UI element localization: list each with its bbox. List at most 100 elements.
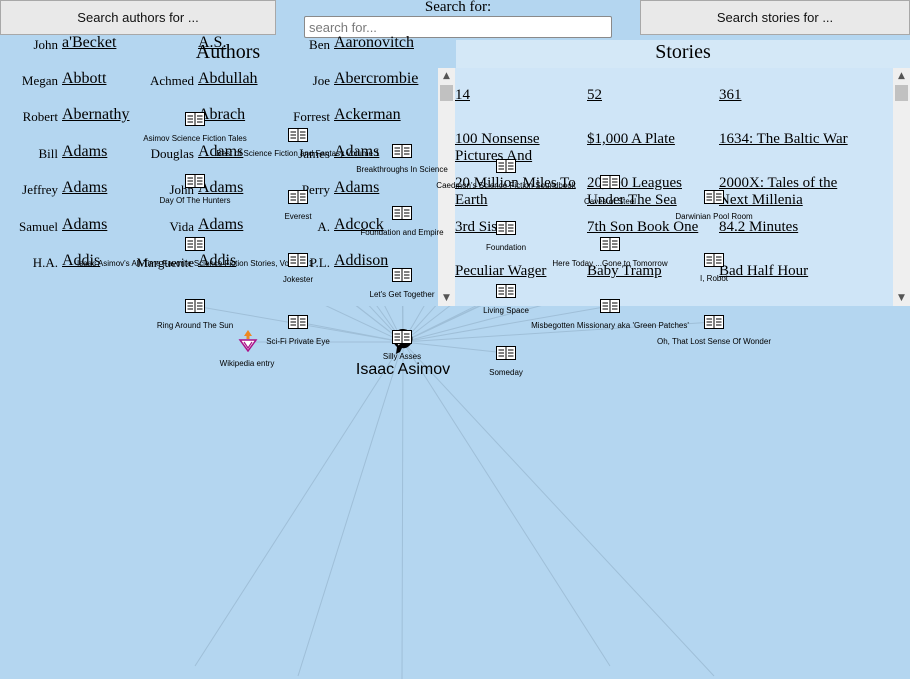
author-graph[interactable]: Wikipedia entry Asimov Science Fiction T… [0,112,910,679]
wikipedia-label: Wikipedia entry [219,359,275,368]
book-icon[interactable] [185,299,205,313]
book-title-label[interactable]: Here Today ...Gone to Tomorrow [552,259,667,268]
book-title-label[interactable]: Misbegotten Missionary aka 'Green Patche… [531,321,689,330]
book-title-label[interactable]: Best of Science Fiction and Fantasy Volu… [216,149,379,158]
book-icon[interactable] [185,237,205,251]
book-title-label[interactable]: Isaac Asimov's All-Time Favorite Science… [77,259,313,268]
author-last-name-link[interactable]: Aaronovitch [334,34,414,52]
scroll-down-icon[interactable]: ▼ [893,290,910,306]
author-first-name: Ben [309,37,330,52]
book-icon[interactable] [288,253,308,267]
author-last-name-link[interactable]: Adams [62,179,107,197]
search-label: Search for: [424,0,492,15]
book-icon[interactable] [496,159,516,173]
book-title-label[interactable]: Foundation [486,243,526,252]
book-icon[interactable] [600,299,620,313]
book-icon[interactable] [600,237,620,251]
book-title-label[interactable]: Jokester [283,275,313,284]
author-last-name-link[interactable]: Abercrombie [334,70,418,88]
author-last-name-link[interactable]: Adams [198,216,243,234]
author-last-name-link[interactable]: Adams [62,143,107,161]
book-title-label[interactable]: Foundation and Empire [360,228,443,237]
author-first-name: John [33,37,58,52]
book-title-label[interactable]: Darwinian Pool Room [675,212,752,221]
book-icon[interactable] [185,112,205,126]
book-title-label[interactable]: Caedmon's Science Fiction Soundbook [436,181,575,190]
book-title-label[interactable]: I, Robot [700,274,728,283]
scroll-up-icon[interactable]: ▲ [893,68,910,84]
book-title-label[interactable]: Breakthroughs In Science [356,165,448,174]
book-icon[interactable] [392,330,412,344]
book-icon[interactable] [392,206,412,220]
graph-edge [402,341,611,667]
author-first-name: Megan [21,73,58,88]
book-icon[interactable] [496,346,516,360]
author-last-name-link[interactable]: Adams [62,216,107,234]
scroll-up-icon[interactable]: ▲ [438,68,455,84]
scrollbar-thumb[interactable] [440,85,453,101]
author-last-name-link[interactable]: Addison [334,252,388,270]
book-title-label[interactable]: Asimov Science Fiction Tales [143,134,246,143]
book-title-label[interactable]: Oh, That Lost Sense Of Wonder [657,337,771,346]
story-link[interactable]: 361 [719,87,851,123]
author-first-name: Douglas [150,146,194,161]
stories-panel: Stories ▲ ▼ ▲ ▼ 14 52 361 100 Nonsense Pict… [438,40,910,306]
author-last-name-link[interactable]: Abrach [198,106,245,124]
scrollbar-thumb[interactable] [895,85,908,101]
search-authors-button[interactable]: Search authors for ... [0,0,276,35]
stories-title: Stories [655,41,711,63]
book-icon[interactable] [288,315,308,329]
stories-scrollbar-right[interactable]: ▲ ▼ [893,68,910,306]
author-last-name-link[interactable]: Adams [334,179,379,197]
story-link[interactable]: Bad Half Hour [719,263,851,299]
book-icon[interactable] [392,144,412,158]
story-link[interactable]: Peculiar Wager [455,263,587,299]
center-author-name: Isaac Asimov [355,361,451,378]
wikipedia-icon [238,330,258,353]
book-title-label[interactable]: Living Space [483,306,529,315]
book-title-label[interactable]: Silly Asses [383,352,421,361]
book-icon[interactable] [600,175,620,189]
author-last-name-link[interactable]: A.S. [198,34,226,52]
book-icon[interactable] [185,174,205,188]
author-first-name: H.A. [32,255,58,270]
book-title-label[interactable]: Sci-Fi Private Eye [266,337,330,346]
author-last-name-link[interactable]: Abbott [62,70,106,88]
graph-edges [194,306,715,679]
author-last-name-link[interactable]: a'Becket [62,34,116,52]
book-title-label[interactable]: Let's Get Together [370,290,435,299]
story-link[interactable]: 84.2 Minutes [719,219,851,255]
book-title-label[interactable]: Someday [489,368,523,377]
book-icon[interactable] [392,268,412,282]
author-first-name: Forrest [293,109,330,124]
book-title-label[interactable]: Caves of Steel [584,197,636,206]
book-icon[interactable] [704,190,724,204]
author-first-name: Achmed [149,73,194,88]
graph-edge [402,341,715,677]
book-icon[interactable] [496,284,516,298]
author-last-name-link[interactable]: Abernathy [62,106,130,124]
graph-edge [401,341,404,679]
author-first-name: A. [317,219,330,234]
book-icon[interactable] [496,221,516,235]
story-link[interactable]: 2000X: Tales of the Next Millenia [719,175,851,211]
author-first-name: Jeffrey [22,182,58,197]
wikipedia-node[interactable] [238,330,258,357]
graph-edge [297,341,404,677]
author-last-name-link[interactable]: Ackerman [334,106,401,124]
story-link[interactable]: 52 [587,87,719,123]
scroll-down-icon[interactable]: ▼ [438,290,455,306]
book-title-label[interactable]: Everest [284,212,311,221]
book-icon[interactable] [704,315,724,329]
story-link[interactable]: 1634: The Baltic War [719,131,851,167]
author-last-name-link[interactable]: Abdullah [198,70,258,88]
book-title-label[interactable]: Day Of The Hunters [160,196,231,205]
story-link[interactable]: $1,000 A Plate [587,131,719,167]
story-link[interactable]: 100 Nonsense Pictures And [455,131,587,167]
search-stories-button[interactable]: Search stories for ... [640,0,910,35]
book-icon[interactable] [288,190,308,204]
book-title-label[interactable]: Ring Around The Sun [157,321,233,330]
book-icon[interactable] [704,253,724,267]
book-icon[interactable] [288,128,308,142]
story-link[interactable]: 14 [455,87,587,123]
